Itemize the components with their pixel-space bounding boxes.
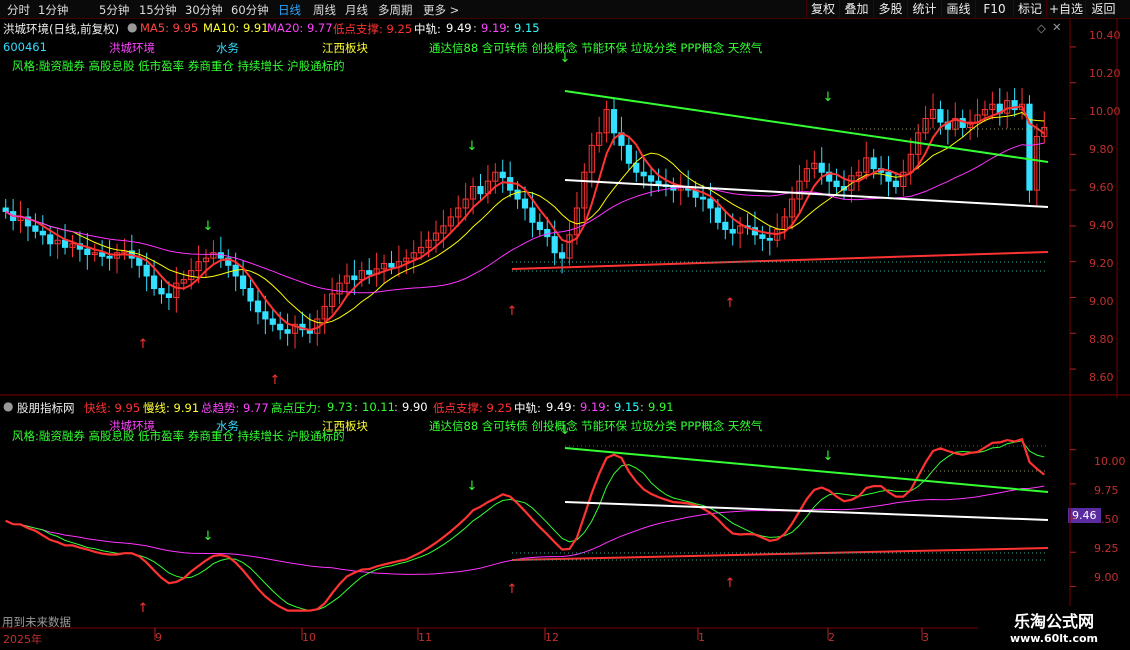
- indicator-buy-arrow-icon: ↓: [203, 529, 214, 544]
- slow-line: [5, 440, 1045, 612]
- candle-down: [158, 288, 165, 295]
- candle-down: [729, 228, 736, 234]
- candle-down: [544, 228, 551, 238]
- candle-down: [388, 262, 395, 268]
- kline-chart[interactable]: ↓ ↓ ↓ ↓ ↑ ↑ ↑ ↑ ↓ ↓ ↓ ↓ ↑ ↑ ↑: [0, 0, 1130, 650]
- candle-down: [39, 230, 46, 236]
- candle-down: [521, 198, 529, 209]
- candle-down: [499, 171, 506, 179]
- candle-down: [892, 180, 900, 188]
- candle-down: [707, 198, 714, 209]
- candle-down: [284, 329, 291, 334]
- candle-down: [722, 221, 729, 230]
- candle-down: [633, 162, 640, 173]
- total-trend-line: [5, 485, 1045, 575]
- candle-down: [625, 144, 632, 164]
- candle-down: [699, 196, 707, 200]
- candle-down: [106, 255, 113, 259]
- candle-down: [529, 207, 536, 223]
- sell-arrow-icon: ↑: [138, 337, 149, 352]
- candle-down: [2, 207, 9, 213]
- candle-down: [833, 180, 840, 188]
- indicator-pressure-trendline: [564, 447, 1049, 493]
- candle-down: [136, 257, 143, 266]
- candle-down: [99, 252, 106, 257]
- indicator-sell-arrow-icon: ↑: [507, 582, 518, 597]
- low-support-line: [511, 251, 1049, 270]
- candle-down: [610, 109, 618, 134]
- candle-down: [150, 275, 158, 290]
- indicator-buy-arrow-icon: ↓: [467, 479, 478, 494]
- indicator-low-support-line: [511, 547, 1049, 561]
- buy-arrow-icon: ↓: [203, 219, 214, 234]
- candle-down: [870, 157, 877, 170]
- buy-arrow-icon: ↓: [823, 90, 834, 105]
- indicator-buy-arrow-icon: ↓: [823, 449, 834, 464]
- candle-down: [818, 162, 825, 173]
- candle-down: [648, 175, 655, 182]
- watermark: 乐淘公式网 www.60lt.com: [978, 606, 1130, 650]
- candle-down: [937, 109, 944, 123]
- candle-down: [254, 300, 262, 313]
- candle-down: [514, 189, 521, 200]
- indicator-sell-arrow-icon: ↑: [725, 576, 736, 591]
- sell-arrow-icon: ↑: [507, 304, 518, 319]
- candle-down: [477, 186, 484, 195]
- indicator-buy-arrow-icon: ↓: [560, 423, 571, 438]
- candle-down: [84, 248, 91, 256]
- candle-down: [165, 293, 173, 298]
- fast-line: [5, 437, 1045, 612]
- candle-down: [536, 221, 543, 230]
- watermark-url: www.60lt.com: [1009, 632, 1099, 645]
- candle-down: [759, 234, 766, 239]
- candle-down: [247, 288, 254, 302]
- candle-down: [269, 318, 276, 325]
- sell-arrow-icon: ↑: [270, 373, 281, 388]
- candle-down: [885, 171, 892, 182]
- sell-arrow-icon: ↑: [725, 296, 736, 311]
- candle-down: [366, 270, 373, 275]
- candle-down: [47, 234, 54, 245]
- buy-arrow-icon: ↓: [560, 51, 571, 66]
- candle-down: [61, 239, 69, 248]
- candle-down: [143, 264, 150, 277]
- candle-down: [640, 171, 647, 177]
- indicator-sell-arrow-icon: ↑: [138, 601, 149, 616]
- candle-down: [766, 237, 773, 241]
- candle-down: [551, 236, 558, 254]
- candle-down: [714, 207, 721, 223]
- candle-down: [32, 225, 39, 232]
- watermark-title: 乐淘公式网: [1013, 612, 1094, 631]
- candle-down: [277, 323, 284, 331]
- candle-down: [558, 252, 566, 259]
- buy-arrow-icon: ↓: [467, 139, 478, 154]
- candle-down: [262, 311, 269, 320]
- candle-down: [351, 275, 358, 281]
- candle-down: [240, 275, 247, 290]
